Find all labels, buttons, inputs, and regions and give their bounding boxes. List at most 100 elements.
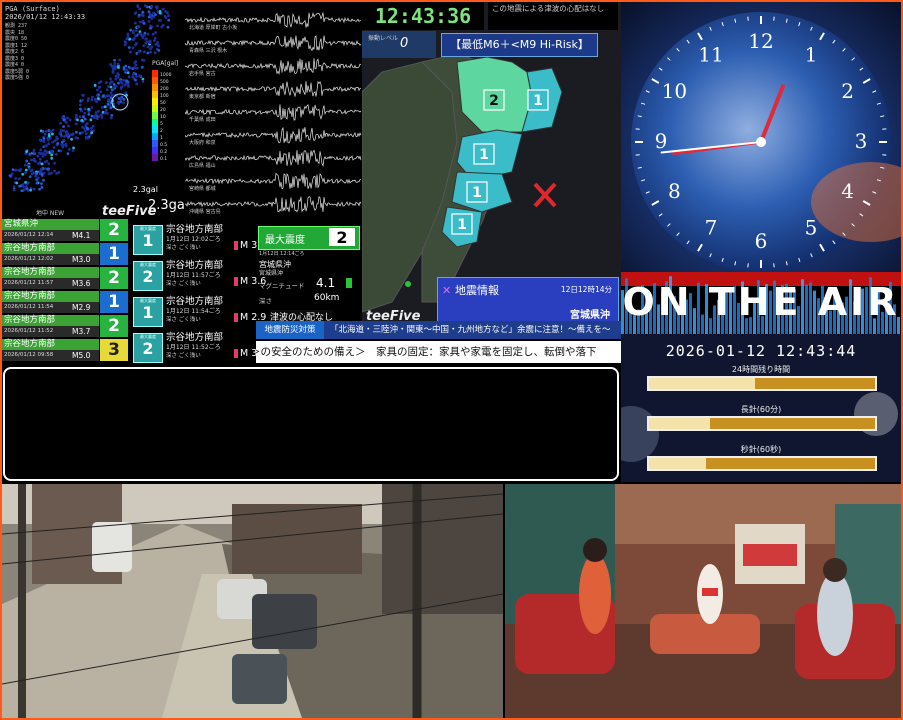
intensity-badge: 最大震度 2 (133, 261, 163, 291)
digital-clock: 12:43:36 (362, 2, 484, 30)
station-dot (133, 21, 137, 25)
station-dot (32, 150, 36, 154)
pga-scale-swatch (152, 105, 158, 112)
station-dot (104, 108, 108, 112)
station-dot (109, 77, 112, 81)
station-dot (89, 118, 93, 122)
station-dot (129, 28, 133, 32)
quake-magnitude: M2.9 (72, 303, 91, 312)
tsunami-note: この地震による津波の心配はなし (488, 2, 618, 30)
magnitude-marker (234, 313, 238, 322)
waveform-label: 宮崎県 都城 (189, 186, 216, 192)
quake-list-item[interactable]: 宗谷地方南部 2026/01/12 11:52 M3.7 2 (2, 315, 128, 337)
pga-title: PGA (Surface) (5, 5, 60, 13)
quake-place: 宗谷地方南部 (2, 339, 99, 350)
station-dot (133, 66, 137, 70)
station-dot (116, 72, 120, 75)
street-camera-feed (2, 484, 503, 718)
pga-scale-swatch (152, 91, 158, 98)
station-dot (129, 50, 132, 54)
station-stat: 震度5強 0 (5, 75, 30, 81)
station-dot (47, 142, 51, 146)
station-dot (71, 149, 75, 152)
station-dot (50, 132, 54, 136)
station-dot (134, 63, 138, 67)
pga-scale-label: 20 (160, 107, 166, 113)
station-dot (67, 147, 71, 151)
station-dot (113, 58, 116, 62)
station-dot (21, 182, 25, 186)
station-dot (61, 143, 65, 147)
station-dot (140, 13, 144, 16)
detail-depth: 深さ ごく浅い (166, 281, 201, 287)
station-dot (154, 13, 157, 17)
time-progress-fill (649, 418, 711, 429)
clock-number: 5 (805, 216, 818, 240)
station-dot (99, 90, 103, 94)
studio-camera-feed (505, 484, 901, 718)
station-dot (30, 158, 33, 162)
station-dot (90, 114, 94, 118)
station-dot (142, 44, 146, 48)
station-dot (126, 82, 130, 86)
quake-detail-list: 最大震度 1 宗谷地方南部 1月12日 12:02ごろ 深さ ごく浅い M 3.0 最大震度… (130, 219, 266, 363)
clock-number: 10 (662, 79, 687, 103)
quake-detail-item[interactable]: 最大震度 2 宗谷地方南部 1月12日 11:57ごろ 深さ ごく浅い M 3.6 (130, 255, 266, 291)
station-dot (134, 29, 138, 33)
quake-detail-item[interactable]: 最大震度 1 宗谷地方南部 1月12日 12:02ごろ 深さ ごく浅い M 3.0 (130, 219, 266, 255)
pga-scale-label: 50 (160, 100, 166, 106)
pga-scale-swatch (152, 147, 158, 154)
station-dot (75, 116, 78, 119)
intensity-badge: 最大震度 1 (133, 297, 163, 327)
intensity-badge: 最大震度 1 (133, 225, 163, 255)
station-stat: 観測 237 (5, 23, 28, 29)
station-dot (90, 126, 93, 130)
waveform-label: 広島県 福山 (189, 163, 216, 169)
station-dot (83, 111, 87, 115)
station-dot (32, 187, 36, 191)
station-dot (10, 172, 14, 176)
station-dot (124, 64, 128, 68)
station-dot (94, 113, 98, 117)
station-dot (63, 117, 66, 121)
station-dot (59, 121, 63, 125)
quake-detail-item[interactable]: 最大震度 1 宗谷地方南部 1月12日 11:54ごろ 深さ ごく浅い M 2.9 (130, 291, 266, 327)
station-dot (164, 16, 168, 20)
station-dot (116, 62, 120, 66)
station-dot (155, 42, 159, 46)
quake-info-place: 宮城県沖 (570, 310, 610, 321)
clock-number: 7 (705, 216, 718, 240)
region-intensity-value: 1 (472, 185, 482, 201)
clock-center (756, 137, 766, 147)
street-camera-image (2, 484, 503, 718)
quake-list-item[interactable]: 宗谷地方南部 2026/01/12 09:58 M5.0 3 (2, 339, 128, 361)
station-dot (40, 152, 44, 155)
station-dot (146, 45, 150, 49)
ticker-text: 「北海道・三陸沖・関東〜中国・九州地方など」余震に注意！〜備えを〜 (330, 325, 611, 335)
station-dot (25, 150, 28, 153)
station-dot (114, 84, 118, 88)
badge-value: 2 (142, 267, 154, 286)
pga-scale-swatch (152, 98, 158, 105)
detail-place: 宗谷地方南部 (166, 332, 224, 343)
station-dot (49, 130, 52, 133)
station-dot (147, 19, 151, 23)
station-dot (154, 5, 158, 9)
quake-list-item[interactable]: 宗谷地方南部 2026/01/12 12:02 M3.0 1 (2, 243, 128, 265)
quake-list-item[interactable]: 宮城県沖 2026/01/12 12:14 M4.1 2 (2, 219, 128, 241)
magnitude-marker (234, 349, 238, 358)
station-dot (135, 66, 139, 70)
station-dot (32, 148, 36, 152)
station-dot (78, 107, 82, 111)
station-dot (19, 167, 23, 171)
station-dot (93, 116, 96, 120)
quake-detail-item[interactable]: 最大震度 2 宗谷地方南部 1月12日 11:52ごろ 深さ ごく浅い M 3.7 (130, 327, 266, 363)
magnitude-bar (346, 278, 352, 288)
pga-scale-label: 0.2 (160, 149, 167, 155)
quake-list-item[interactable]: 宗谷地方南部 2026/01/12 11:57 M3.6 2 (2, 267, 128, 289)
quake-list-item[interactable]: 宗谷地方南部 2026/01/12 11:54 M2.9 1 (2, 291, 128, 313)
station-dot (160, 25, 164, 29)
pga-scale-label: 0.5 (160, 142, 167, 148)
station-dot (53, 169, 56, 173)
station-dot (40, 182, 43, 186)
